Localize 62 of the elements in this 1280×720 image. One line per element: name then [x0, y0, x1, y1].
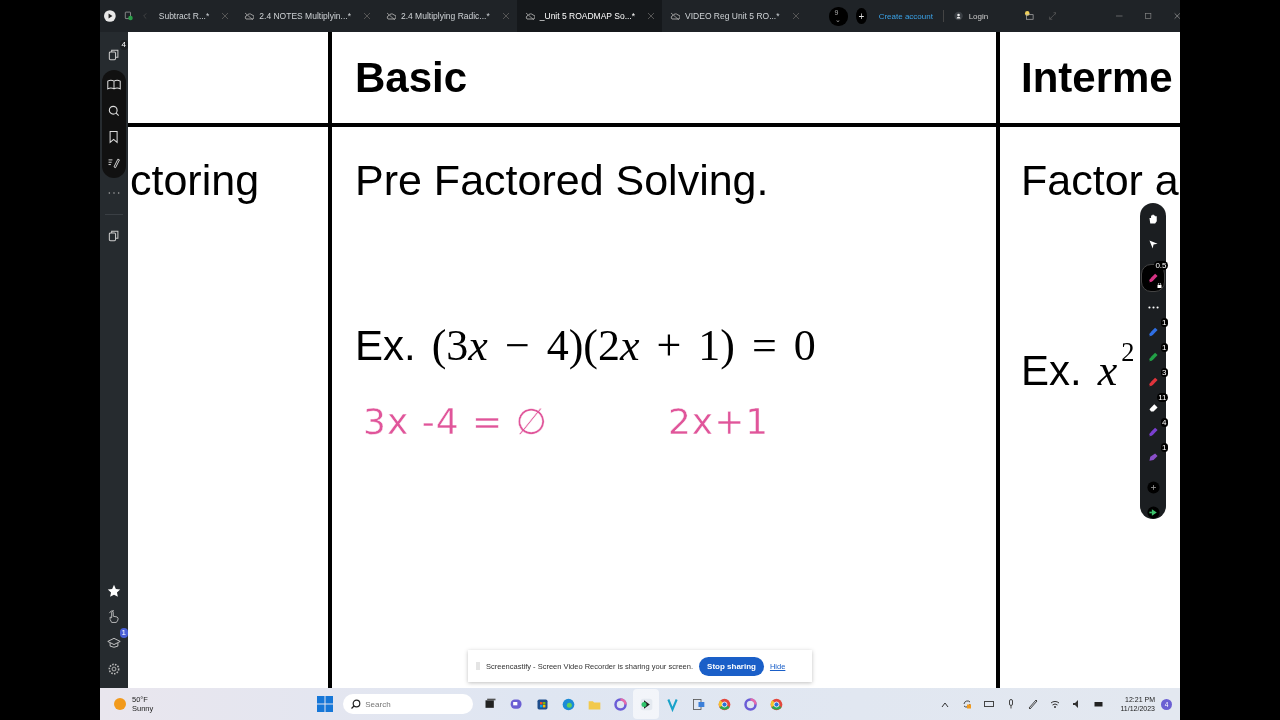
- count-badge: 4: [1160, 418, 1168, 427]
- pen-list-icon[interactable]: [107, 156, 121, 170]
- search-field[interactable]: Search: [343, 694, 474, 714]
- star-icon[interactable]: [107, 584, 121, 598]
- count-badge: 11: [1156, 393, 1168, 402]
- topic-heading: Pre Factored Solving.: [355, 156, 769, 204]
- pen-icon[interactable]: [1028, 699, 1039, 709]
- topic-heading: Factor a: [1021, 156, 1179, 204]
- example-label: Ex.: [355, 322, 416, 370]
- topic-heading: ctoring: [130, 156, 260, 204]
- play-icon[interactable]: [638, 696, 654, 712]
- search-icon[interactable]: [107, 104, 121, 118]
- tool-slot[interactable]: 0.5: [1141, 264, 1165, 292]
- document-tab[interactable]: VIDEO Reg Unit 5 RO...*: [662, 0, 807, 32]
- stop-sharing-button[interactable]: Stop sharing: [699, 656, 764, 676]
- battery-icon[interactable]: [1094, 699, 1105, 709]
- count-badge: 3: [1160, 368, 1168, 377]
- pages-icon[interactable]: [107, 48, 121, 62]
- page-sync-icon[interactable]: [123, 9, 133, 23]
- lock-icon: [1157, 283, 1162, 288]
- document-tab[interactable]: 2.4 NOTES Multiplyin...*: [236, 0, 378, 32]
- phone-link-icon[interactable]: [690, 696, 706, 712]
- handwritten-note: 3x -4 = ∅: [363, 401, 548, 442]
- equation: (3x − 4)(2x + 1) = 0: [431, 320, 816, 371]
- count-badge: 1: [119, 628, 128, 638]
- bookmark-icon[interactable]: [107, 130, 121, 144]
- count-badge: 1: [1160, 318, 1168, 327]
- browser-icon[interactable]: [716, 696, 732, 712]
- count-badge: 0.5: [1153, 261, 1168, 270]
- count-badge: 1: [1160, 443, 1168, 452]
- column-header: Interme: [1021, 53, 1173, 102]
- count-badge: 4: [119, 40, 128, 50]
- document-tab[interactable]: _Unit 5 ROADMAP So...*: [516, 0, 663, 32]
- swirl-icon[interactable]: [742, 696, 758, 712]
- browser-icon[interactable]: [768, 696, 784, 712]
- document-tab[interactable]: 2.4 Multiplying Radic...*: [377, 0, 517, 32]
- equation: x$^{2}$: [1097, 337, 1135, 396]
- app-logo-icon[interactable]: [104, 7, 116, 25]
- swirl-icon[interactable]: [612, 696, 628, 712]
- new-tab-button[interactable]: +: [856, 8, 867, 24]
- book-icon[interactable]: [107, 78, 121, 92]
- settings-icon[interactable]: [107, 662, 121, 676]
- pen-icon[interactable]: [1146, 271, 1160, 285]
- count-badge: 1: [1160, 343, 1168, 352]
- maximize-icon[interactable]: [1145, 11, 1152, 21]
- wifi-icon[interactable]: [1050, 699, 1061, 709]
- login-link[interactable]: Login: [968, 11, 989, 21]
- keyboard-icon[interactable]: [984, 699, 995, 709]
- close-icon[interactable]: [648, 13, 655, 19]
- column-header: Basic: [355, 53, 468, 102]
- pages-icon[interactable]: [107, 229, 121, 243]
- browser-icon[interactable]: [560, 696, 576, 712]
- user-icon[interactable]: [953, 9, 963, 23]
- handwritten-note: 2x+1: [667, 401, 770, 442]
- close-icon[interactable]: [1173, 11, 1180, 21]
- start-icon[interactable]: [317, 696, 334, 712]
- example-label: Ex.: [1021, 346, 1082, 395]
- create-account-link[interactable]: Create account: [878, 11, 933, 21]
- search-icon: [351, 699, 362, 709]
- sync-icon[interactable]: [962, 699, 973, 709]
- document-tab[interactable]: Subtract R...*: [150, 0, 237, 32]
- graduation-cap-icon[interactable]: [107, 636, 121, 650]
